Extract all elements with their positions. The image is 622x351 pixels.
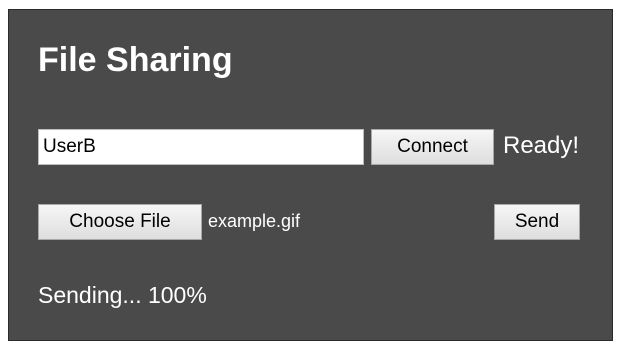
connection-status: Ready! [503,132,580,159]
connect-button[interactable]: Connect [371,129,494,165]
send-button[interactable]: Send [494,204,580,240]
username-input[interactable] [38,129,364,165]
page-title: File Sharing [38,41,233,79]
file-sharing-panel: File Sharing Connect Ready! Choose File … [8,9,613,341]
selected-file-name: example.gif [208,211,301,231]
choose-file-button[interactable]: Choose File [38,204,202,240]
transfer-progress-status: Sending... 100% [38,282,207,308]
